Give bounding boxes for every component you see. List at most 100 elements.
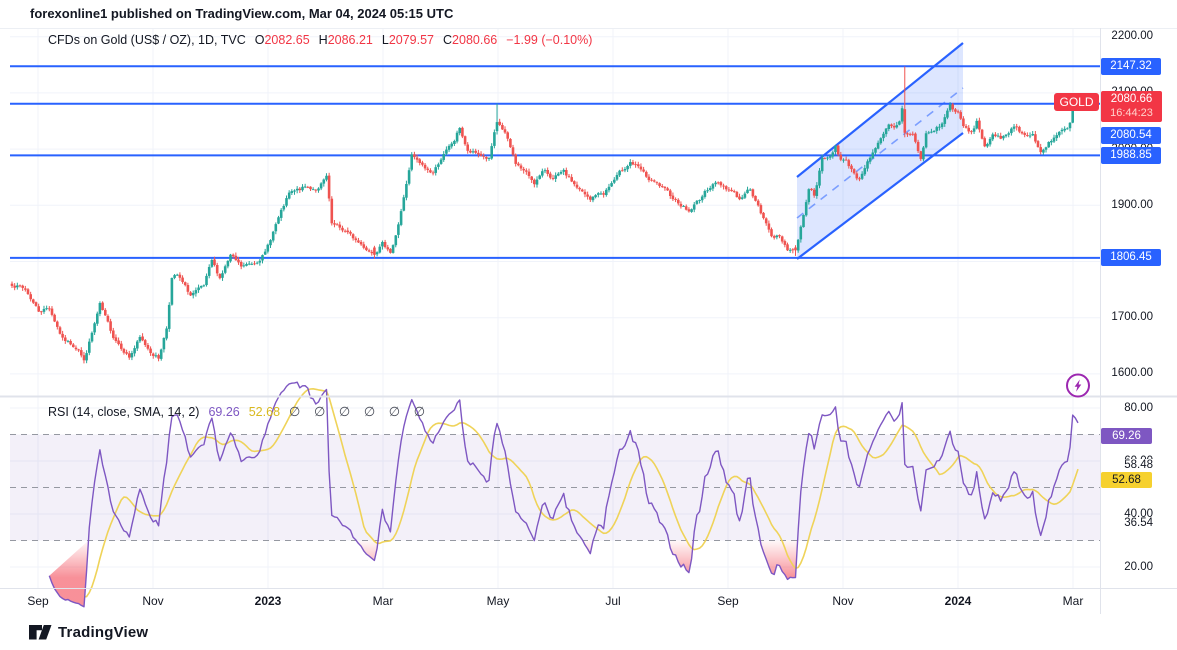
candle-body [239,262,243,267]
candle-body [453,141,456,144]
price-level-badge: 1988.85 [1101,146,1161,164]
candle-body [397,224,400,235]
candle-body [914,133,917,142]
candle-body [719,182,723,186]
candle-body [146,345,150,349]
candle-body [674,199,677,200]
candle-body [514,154,517,164]
candle-body [860,173,864,179]
candle-body [599,193,603,195]
candle-body [642,169,645,172]
candle-body [509,139,512,148]
candle-body [458,128,461,134]
candle-body [828,156,832,158]
time-axis-label: Mar [1062,594,1084,608]
candle-body [714,182,717,185]
candle-body [221,273,224,278]
rsi-scale-label: 80.00 [1124,401,1153,414]
candle-body [786,244,789,251]
candle-body [538,175,541,179]
candle-body [831,152,835,157]
candle-body [170,278,174,305]
candle-body [375,252,379,255]
candle-body [1036,141,1040,148]
candle-body [450,143,453,147]
candle-body [756,200,760,206]
candle-body [946,110,949,118]
chart-canvas[interactable] [0,28,1177,614]
candle-body [746,189,749,194]
candle-body [573,181,576,185]
candle-body [820,157,824,172]
candle-body [223,266,227,273]
candle-body [439,159,443,164]
candle-body [503,129,507,133]
candle-body [381,242,384,247]
candle-body [567,175,571,177]
candle-body [716,182,720,184]
candle-body [543,170,547,172]
candle-body [191,293,195,296]
candle-body [1010,128,1013,134]
tradingview-brand-text[interactable]: TradingView [58,624,148,641]
rsi-scale-label: 20.00 [1124,560,1153,573]
candle-body [554,175,557,179]
candle-body [605,189,608,195]
candle-body [490,146,493,159]
lightning-icon[interactable] [1074,379,1082,392]
candle-body [85,353,88,361]
candle-body [1012,126,1016,129]
candle-body [511,147,515,155]
tradingview-logo-icon[interactable] [29,624,52,640]
candle-body [535,179,539,185]
candle-body [826,157,829,159]
candle-body [740,197,744,199]
candle-body [429,170,432,173]
price-level-badge: 2147.32 [1101,57,1161,75]
rsi-oversold-fill [49,540,89,607]
candle-body [338,224,342,228]
candle-body [650,179,653,181]
candle-body [900,108,904,122]
rsi-indicator-level-label: 36.54 [1103,516,1153,530]
candle-body [141,336,144,341]
candle-body [378,246,382,253]
candle-body [40,311,43,313]
candle-body [53,314,56,322]
candle-body [138,337,142,342]
candle-body [383,242,387,248]
candle-body [234,255,238,261]
candle-body [1018,126,1021,132]
candle-body [743,193,747,198]
candle-body [970,131,973,133]
candle-body [791,249,795,251]
current-price-badge: 2080.66 16:44:23 [1101,91,1162,122]
chart-area[interactable]: 2200.002100.002000.001900.001800.001700.… [0,28,1177,614]
candle-body [122,349,126,353]
candle-body [898,121,901,125]
candle-body [479,153,483,156]
candle-body [815,185,819,196]
price-level-badge: 1806.45 [1101,249,1161,267]
candle-body [466,144,469,151]
candle-body [349,231,352,234]
candle-body [975,120,978,129]
price-scale-label: 1900.00 [1111,198,1153,211]
candle-body [88,341,91,353]
candle-body [314,189,318,191]
candle-body [711,184,715,189]
candle-body [530,176,533,180]
candle-body [226,260,230,267]
candle-body [735,191,739,198]
candle-body [199,286,203,288]
rsi-empty-values: ∅ ∅ ∅ ∅ ∅ ∅ [289,404,426,419]
candle-body [852,169,856,174]
candle-body [202,285,206,287]
candle-body [471,151,475,153]
candle-body [402,197,406,211]
candle-body [133,348,136,354]
candle-body [1058,131,1061,136]
candle-body [341,227,344,231]
candle-body [58,327,62,334]
candle-body [924,133,928,148]
